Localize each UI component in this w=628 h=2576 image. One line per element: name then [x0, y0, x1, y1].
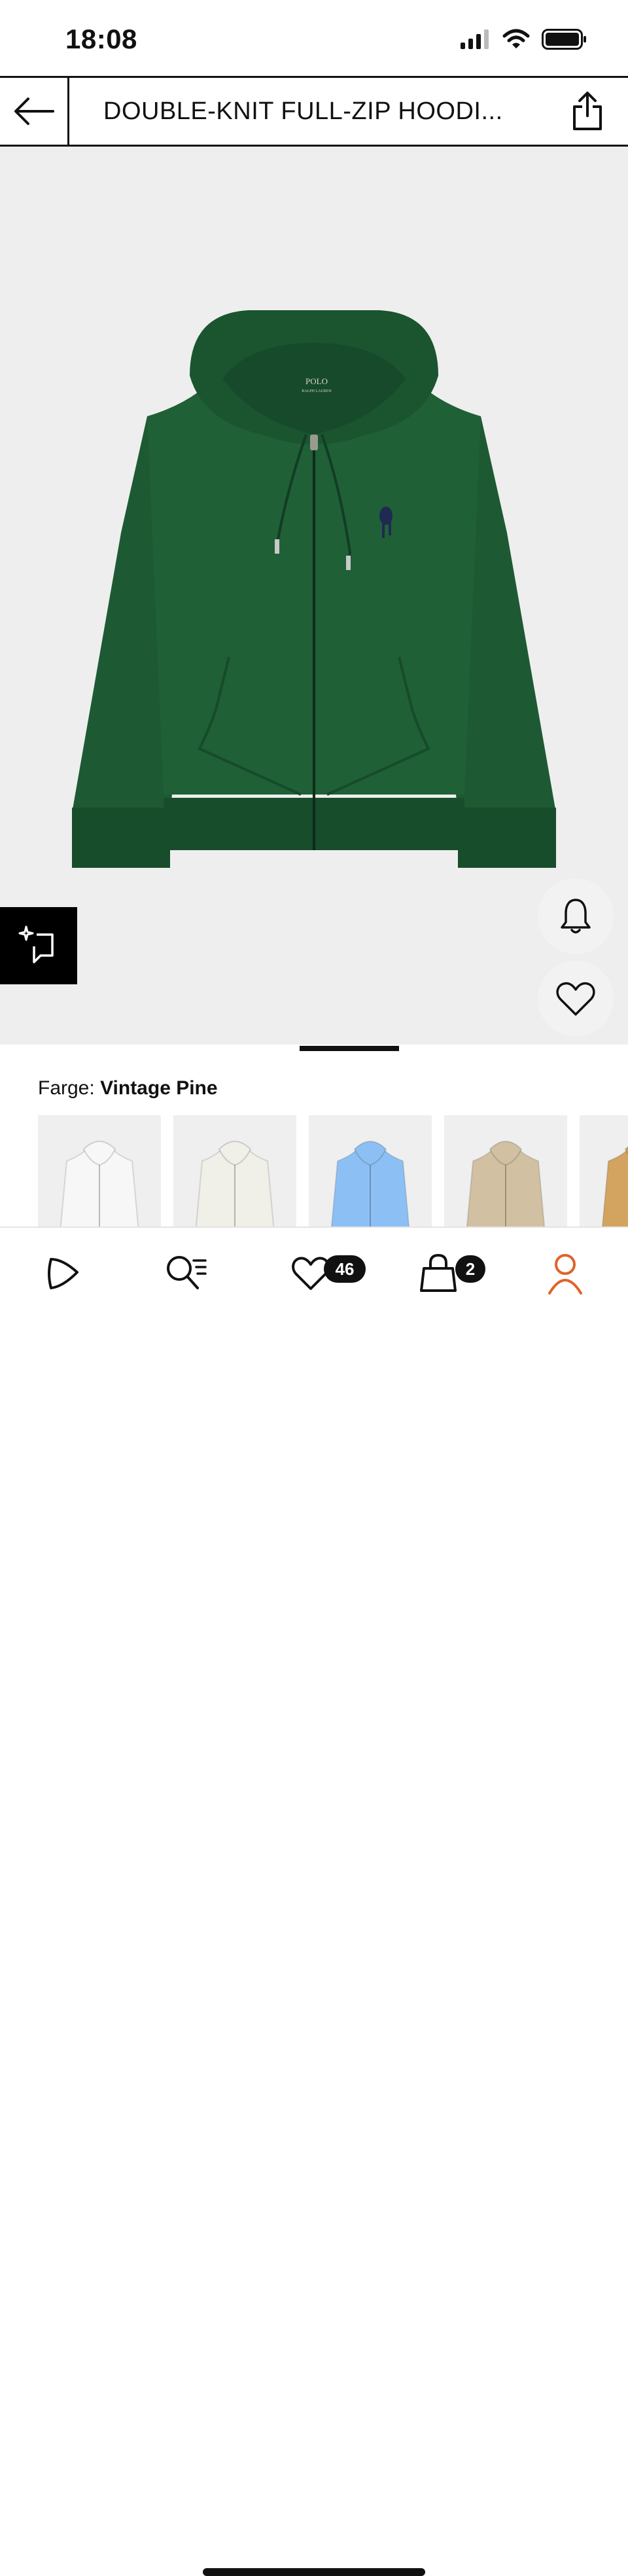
brand-label-line2: RALPH LAUREN: [302, 389, 332, 393]
image-pager-indicator: [300, 1046, 399, 1051]
color-swatch-white[interactable]: [38, 1115, 161, 1228]
color-swatch-tan[interactable]: [444, 1115, 567, 1228]
bell-icon: [561, 899, 591, 934]
color-label: Farge: Vintage Pine: [38, 1077, 218, 1100]
tab-profile[interactable]: [526, 1247, 604, 1300]
tab-home[interactable]: [24, 1247, 102, 1300]
back-button[interactable]: [0, 78, 69, 145]
status-bar: 18:08: [0, 0, 628, 76]
cart-count-badge: 2: [455, 1255, 485, 1283]
status-icons: [459, 29, 587, 50]
color-swatch-mustard[interactable]: [580, 1115, 628, 1228]
color-prefix: Farge:: [38, 1077, 95, 1099]
tab-cart[interactable]: 2: [399, 1247, 485, 1300]
battery-icon: [542, 29, 586, 50]
tab-search[interactable]: [147, 1247, 226, 1300]
color-swatch-cream[interactable]: [173, 1115, 296, 1228]
home-play-icon: [48, 1258, 78, 1289]
nav-bar: DOUBLE-KNIT FULL-ZIP HOODI...: [0, 76, 628, 147]
cellular-signal-icon: [461, 29, 489, 49]
sparkle-frame-icon: [18, 925, 54, 963]
wifi-icon: [502, 29, 530, 48]
notify-button[interactable]: [538, 878, 614, 954]
brand-label-line1: POLO: [305, 376, 328, 386]
swatch-hoodie-thumbnail: [466, 1141, 546, 1228]
color-swatches: [38, 1115, 628, 1228]
page-title: DOUBLE-KNIT FULL-ZIP HOODI...: [103, 98, 503, 125]
arrow-left-icon: [14, 98, 54, 125]
swatch-hoodie-thumbnail: [60, 1141, 139, 1228]
ar-try-on-button[interactable]: [0, 907, 77, 984]
product-image[interactable]: POLO RALPH LAUREN: [0, 147, 628, 1051]
hoodie-illustration: POLO RALPH LAUREN: [72, 310, 556, 868]
share-icon: [573, 92, 602, 130]
selected-color-name: Vintage Pine: [100, 1077, 218, 1099]
search-icon: [167, 1256, 207, 1289]
heart-icon: [556, 982, 595, 1016]
color-swatch-light-blue[interactable]: [309, 1115, 432, 1228]
share-button[interactable]: [568, 88, 607, 134]
status-time: 18:08: [65, 24, 137, 54]
wishlist-count-badge: 46: [324, 1255, 366, 1283]
home-indicator: [203, 2568, 425, 2576]
shopping-bag-icon: [420, 1253, 457, 1292]
profile-icon: [548, 1254, 582, 1295]
swatch-hoodie-thumbnail: [330, 1141, 410, 1228]
wishlist-button[interactable]: [538, 961, 614, 1037]
swatch-hoodie-thumbnail: [601, 1146, 628, 1228]
tab-bar: 46 2: [0, 1226, 628, 2576]
swatch-hoodie-thumbnail: [195, 1141, 275, 1228]
tab-wishlist[interactable]: 46: [271, 1247, 366, 1300]
